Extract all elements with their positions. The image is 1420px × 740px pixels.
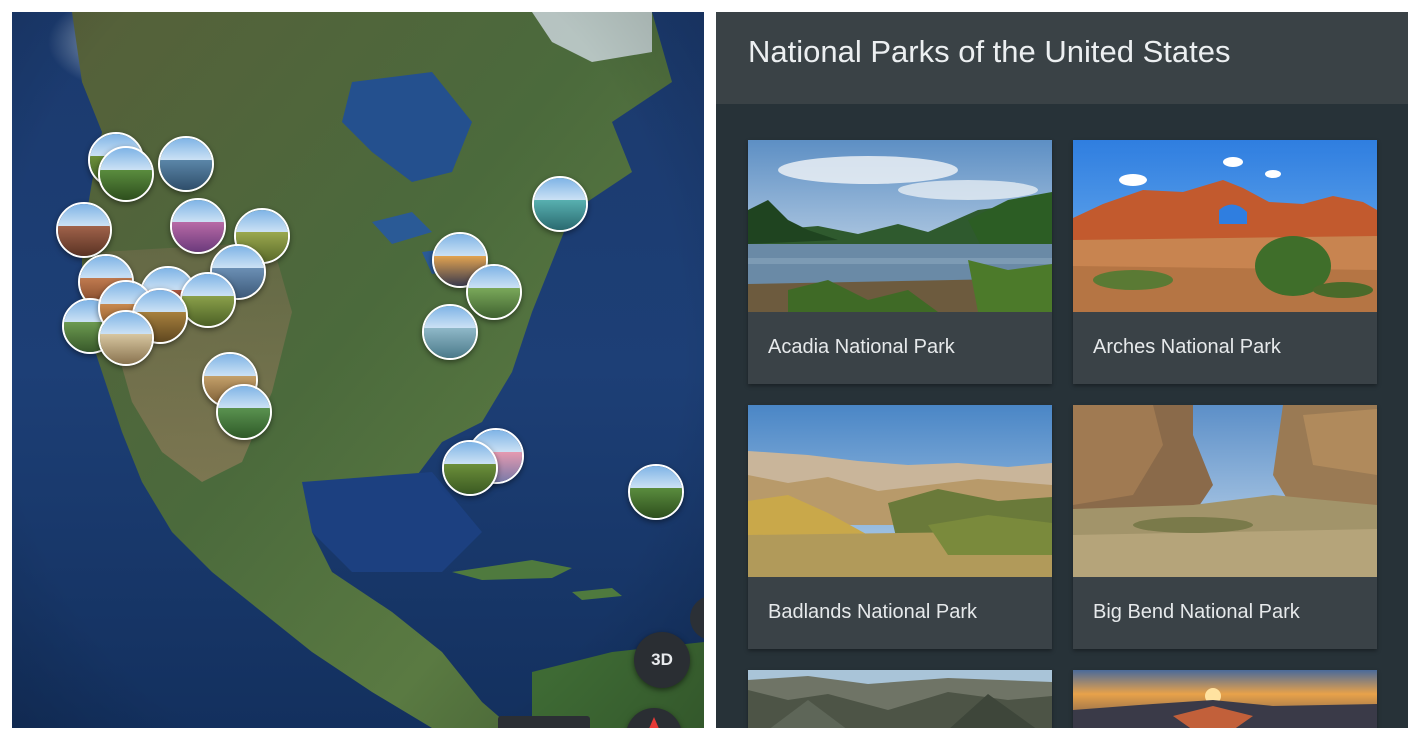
park-name: Arches National Park — [1093, 336, 1281, 358]
park-card-partial-2[interactable] — [1073, 670, 1377, 728]
park-pin[interactable] — [442, 440, 498, 496]
park-list-panel: National Parks of the United States Acad… — [716, 12, 1408, 728]
park-pin[interactable] — [216, 384, 272, 440]
park-photo — [748, 670, 1052, 728]
park-pin[interactable] — [98, 146, 154, 202]
page-title: National Parks of the United States — [748, 34, 1231, 69]
park-photo — [1073, 670, 1377, 728]
park-photo — [1073, 405, 1377, 577]
park-photo — [748, 140, 1052, 312]
park-card-acadia[interactable]: Acadia National Park — [748, 140, 1052, 384]
compass-icon — [649, 717, 659, 728]
list-header: National Parks of the United States — [716, 12, 1408, 104]
park-pin[interactable] — [422, 304, 478, 360]
3d-toggle-button[interactable]: 3D — [634, 632, 690, 688]
3d-toggle-label: 3D — [651, 650, 673, 669]
map-bottom-control[interactable] — [498, 716, 590, 728]
park-photo — [748, 405, 1052, 577]
park-name: Badlands National Park — [768, 601, 978, 623]
park-card-badlands[interactable]: Badlands National Park — [748, 405, 1052, 649]
globe-map-view[interactable]: 3D — [12, 12, 704, 728]
park-pin[interactable] — [98, 310, 154, 366]
park-card-big-bend[interactable]: Big Bend National Park — [1073, 405, 1377, 649]
park-card-arches[interactable]: Arches National Park — [1073, 140, 1377, 384]
park-card-partial-1[interactable] — [748, 670, 1052, 728]
park-photo — [1073, 140, 1377, 312]
park-name: Big Bend National Park — [1093, 601, 1300, 623]
park-pin[interactable] — [180, 272, 236, 328]
park-pin[interactable] — [56, 202, 112, 258]
north-america-landmass — [72, 12, 704, 728]
park-pin[interactable] — [532, 176, 588, 232]
park-pin[interactable] — [158, 136, 214, 192]
park-name: Acadia National Park — [768, 336, 955, 358]
park-pin[interactable] — [628, 464, 684, 520]
